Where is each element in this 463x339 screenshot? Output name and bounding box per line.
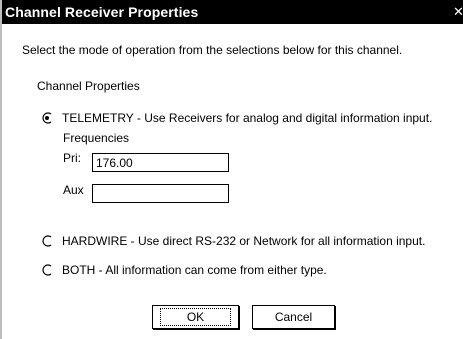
dialog-window: Channel Receiver Properties ✕ Select the… xyxy=(0,0,463,339)
ok-button[interactable]: OK xyxy=(152,305,239,329)
pri-label: Pri: xyxy=(63,151,81,165)
group-label-channel-properties: Channel Properties xyxy=(37,79,140,93)
pri-frequency-input[interactable] xyxy=(92,153,229,172)
radio-telemetry[interactable] xyxy=(41,112,53,124)
frequencies-label: Frequencies xyxy=(63,131,130,145)
intro-text: Select the mode of operation from the se… xyxy=(22,43,403,57)
close-icon[interactable]: ✕ xyxy=(453,4,463,20)
radio-both[interactable] xyxy=(41,264,53,276)
radio-selected-icon xyxy=(42,112,52,124)
aux-label: Aux xyxy=(63,183,84,197)
aux-frequency-input[interactable] xyxy=(92,184,229,203)
radio-unselected-icon xyxy=(42,264,52,276)
title-bar[interactable]: Channel Receiver Properties ✕ xyxy=(2,0,463,24)
ok-button-label: OK xyxy=(159,308,232,326)
radio-label-telemetry[interactable]: TELEMETRY - Use Receivers for analog and… xyxy=(62,111,432,125)
cancel-button[interactable]: Cancel xyxy=(252,305,335,329)
radio-unselected-icon xyxy=(42,235,52,247)
radio-hardwire[interactable] xyxy=(41,235,53,247)
radio-label-hardwire[interactable]: HARDWIRE - Use direct RS-232 or Network … xyxy=(62,234,425,248)
dialog-title: Channel Receiver Properties xyxy=(5,4,199,20)
radio-label-both[interactable]: BOTH - All information can come from eit… xyxy=(62,263,327,277)
